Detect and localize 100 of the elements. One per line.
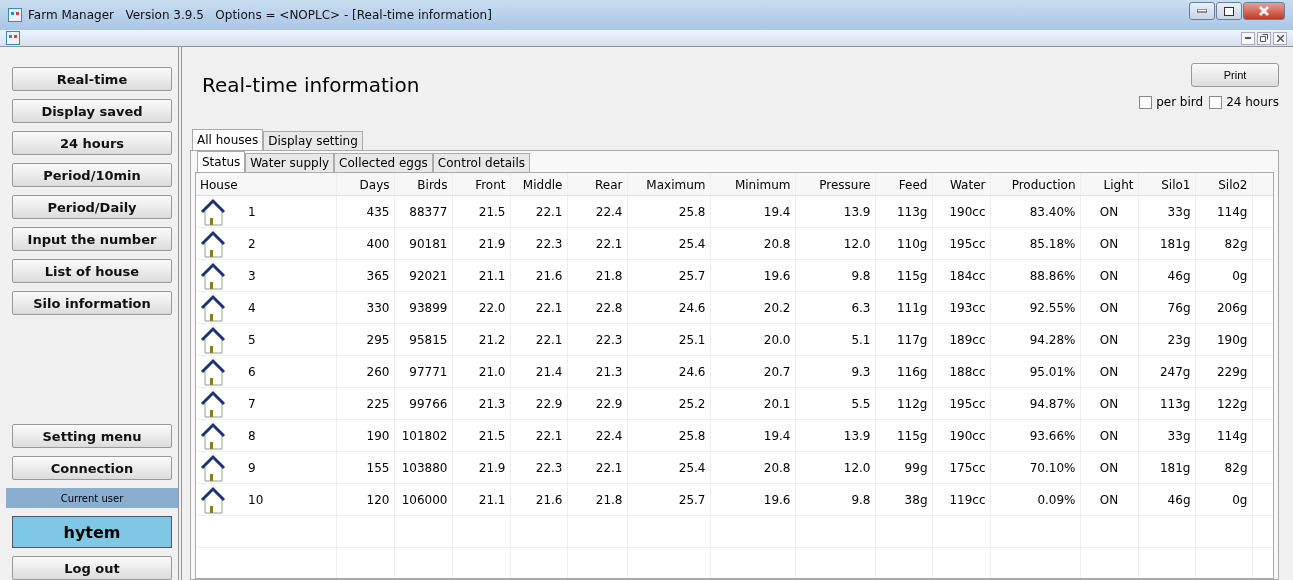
nav-button[interactable]: List of house [12,259,172,283]
house-icon [200,453,226,482]
table-cell: 25.2 [627,387,710,420]
minimize-button[interactable] [1189,2,1215,20]
table-cell: 260 [336,355,394,388]
table-cell: 22.1 [567,451,627,484]
table-cell: 155 [336,451,394,484]
column-header: Production [990,173,1080,196]
table-cell: 95815 [394,323,452,356]
table-cell: 20.0 [710,323,795,356]
table-cell: 21.1 [452,259,510,292]
checkbox[interactable] [1209,95,1223,109]
column-header: Maximum [627,173,710,196]
table-cell: 21.4 [510,355,567,388]
nav-button[interactable]: Period/Daily [12,195,172,219]
print-button[interactable]: Print [1191,63,1279,87]
house-icon [200,389,226,418]
table-cell: 4 [248,300,256,315]
table-cell: 5.1 [795,323,875,356]
table-cell: ON [1080,227,1138,260]
table-cell: 25.4 [627,451,710,484]
table-cell: 6.3 [795,291,875,324]
table-cell: 206g [1195,291,1252,324]
table-cell: 22.3 [510,227,567,260]
table-cell: 83.40% [990,195,1080,228]
logout-button[interactable]: Log out [12,556,172,580]
nav-button[interactable]: Setting menu [12,424,172,448]
table-cell: 21.5 [452,419,510,452]
tab[interactable]: Display setting [263,131,363,150]
table-cell: 22.1 [567,227,627,260]
house-icon [200,325,226,354]
maximize-icon [1224,6,1234,16]
table-cell: 93899 [394,291,452,324]
table-cell: 115g [875,419,932,452]
tab[interactable]: Water supply [245,153,335,172]
table-cell: 85.18% [990,227,1080,260]
column-header: Feed [875,173,932,196]
table-cell: 21.6 [510,483,567,516]
table-cell: ON [1080,483,1138,516]
table-cell: 8 [248,428,256,443]
tab[interactable]: Collected eggs [334,153,433,172]
house-icon [200,485,226,514]
nav-button[interactable]: 24 hours [12,131,172,155]
table-cell: 5 [248,332,256,347]
table-cell: 21.9 [452,451,510,484]
maximize-button[interactable] [1216,2,1242,20]
table-cell: 22.3 [567,323,627,356]
table-cell: 113g [1138,387,1195,420]
column-header: Water [932,173,990,196]
table-cell: 88377 [394,195,452,228]
table-cell: 22.1 [510,419,567,452]
table-cell: 190g [1195,323,1252,356]
table-cell: ON [1080,355,1138,388]
table-cell: 116g [875,355,932,388]
table-cell: 114g [1195,195,1252,228]
table-cell: 9.3 [795,355,875,388]
table-cell: 22.0 [452,291,510,324]
tab[interactable]: All houses [192,129,264,150]
table-cell: 92.55% [990,291,1080,324]
table-cell: 247g [1138,355,1195,388]
table-cell: 12.0 [795,227,875,260]
table-cell: 33g [1138,419,1195,452]
nav-button[interactable]: Real-time [12,67,172,91]
table-cell: 21.3 [567,355,627,388]
table-cell: 115g [875,259,932,292]
close-button[interactable] [1243,2,1285,20]
table-cell: 25.7 [627,259,710,292]
table-cell: 22.8 [567,291,627,324]
column-header: Pressure [795,173,875,196]
table-cell: 23g [1138,323,1195,356]
tab[interactable]: Control details [432,153,530,172]
minimize-button[interactable] [1241,31,1255,45]
nav-button[interactable]: Display saved [12,99,172,123]
table-cell: 435 [336,195,394,228]
table-cell: ON [1080,259,1138,292]
table-cell: 99766 [394,387,452,420]
table-cell: 22.3 [510,451,567,484]
document-icon [6,31,20,45]
table-cell: 94.28% [990,323,1080,356]
column-header: Rear [567,173,627,196]
table-cell: 22.1 [510,323,567,356]
table-cell: 122g [1195,387,1252,420]
table-cell: 21.2 [452,323,510,356]
table-cell: 181g [1138,451,1195,484]
table-cell: 13.9 [795,419,875,452]
column-header: Silo1 [1138,173,1195,196]
close-button[interactable] [1273,31,1287,45]
table-cell: 0g [1195,483,1252,516]
nav-button[interactable]: Input the number [12,227,172,251]
tab[interactable]: Status [197,151,246,172]
checkbox[interactable] [1139,95,1153,109]
house-icon [200,421,226,450]
nav-button[interactable]: Period/10min [12,163,172,187]
table-cell: 21.1 [452,483,510,516]
restore-button[interactable] [1257,31,1271,45]
nav-button[interactable]: Silo information [12,291,172,315]
nav-button[interactable]: Connection [12,456,172,480]
table-cell: 181g [1138,227,1195,260]
minimize-icon [1245,37,1251,39]
column-header: Minimum [710,173,795,196]
